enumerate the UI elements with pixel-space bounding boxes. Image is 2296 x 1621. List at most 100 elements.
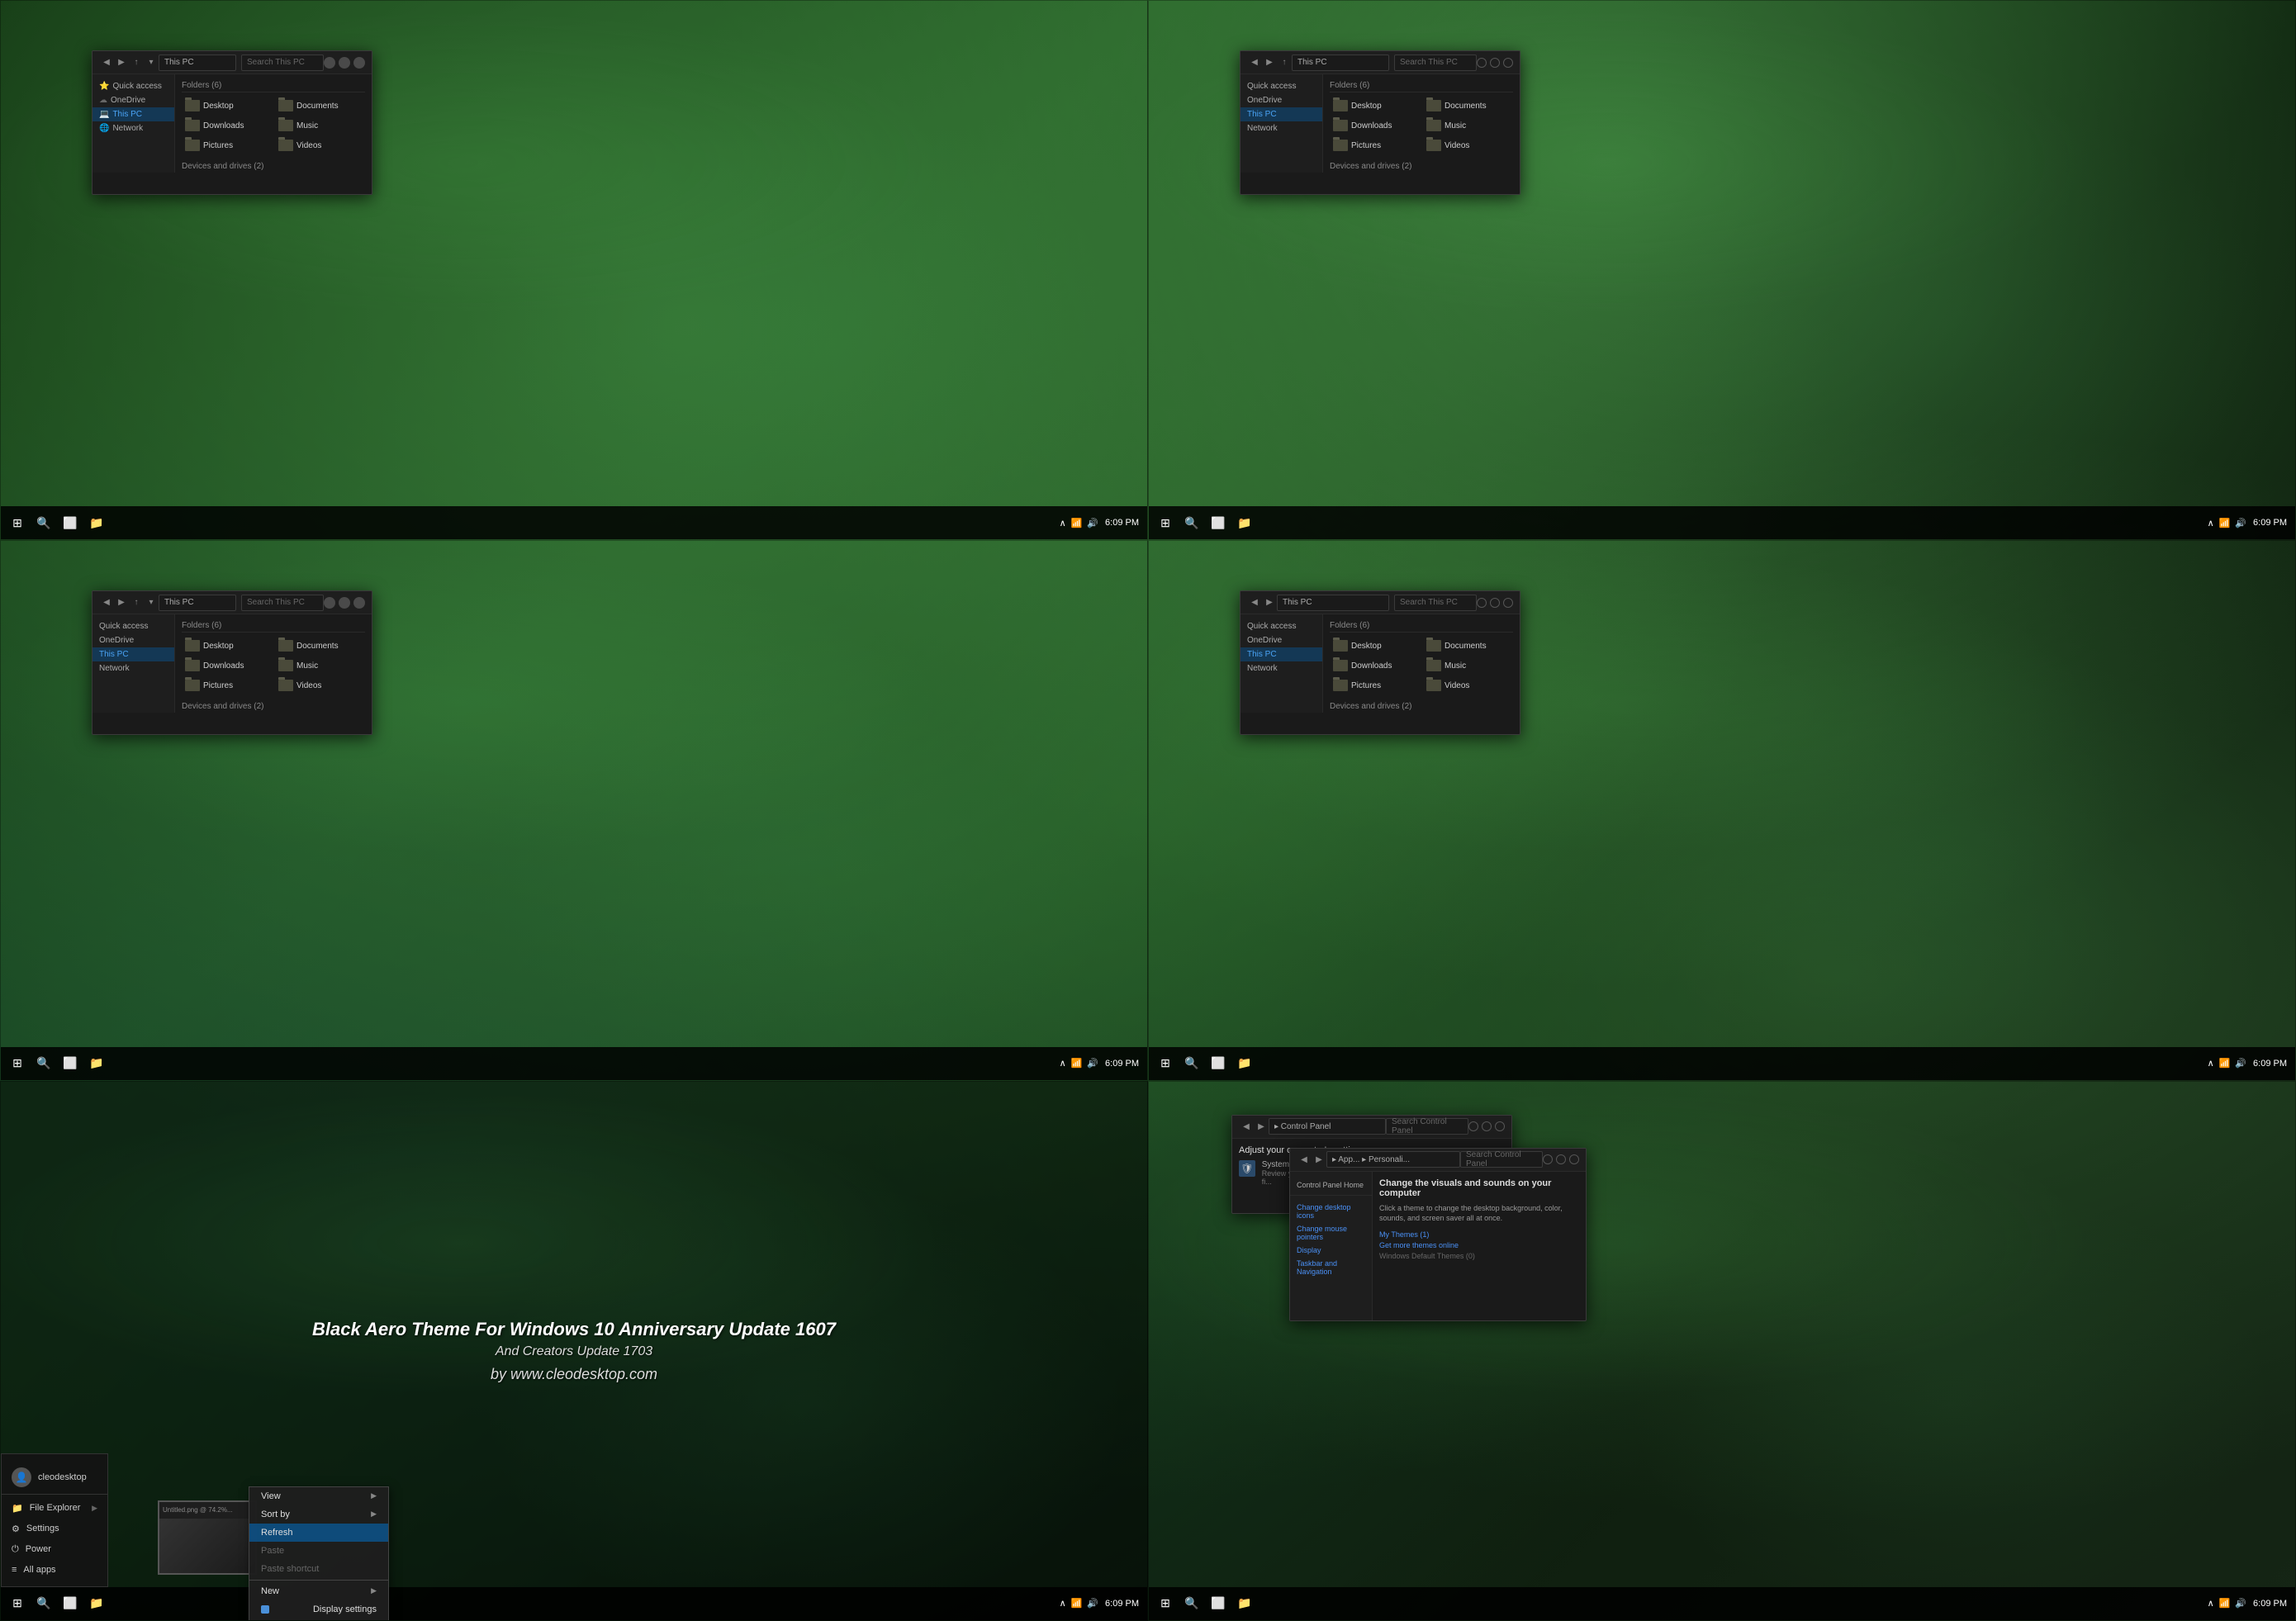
search-btn-6[interactable]: 🔍 bbox=[1180, 1592, 1203, 1615]
context-view[interactable]: View ▶ bbox=[249, 1487, 388, 1505]
nav-back-3[interactable]: ◀ bbox=[99, 595, 114, 610]
maximize-btn-3[interactable] bbox=[339, 597, 350, 609]
folder-pictures-3[interactable]: Pictures bbox=[182, 677, 272, 694]
nav-up-1[interactable]: ↑ bbox=[129, 55, 144, 70]
nav-forward-4[interactable]: ▶ bbox=[1262, 595, 1277, 610]
nav-forward-2[interactable]: ▶ bbox=[1262, 55, 1277, 70]
search-bar-4[interactable]: Search This PC bbox=[1394, 595, 1477, 611]
pers-minimize[interactable] bbox=[1543, 1154, 1553, 1164]
folder-music-2[interactable]: Music bbox=[1423, 117, 1513, 134]
cp-forward[interactable]: ▶ bbox=[1254, 1119, 1269, 1134]
pers-maximize[interactable] bbox=[1556, 1154, 1566, 1164]
minimize-btn-4[interactable] bbox=[1477, 598, 1487, 608]
start-btn-6[interactable]: ⊞ bbox=[1154, 1592, 1177, 1615]
address-bar-2[interactable]: This PC bbox=[1292, 55, 1389, 71]
sidebar-onedrive-1[interactable]: ☁ OneDrive bbox=[93, 93, 174, 107]
task-view-btn-1[interactable]: ⬜ bbox=[59, 511, 82, 534]
folder-music-3[interactable]: Music bbox=[275, 657, 365, 674]
context-refresh[interactable]: Refresh bbox=[249, 1524, 388, 1542]
sidebar-thispc-4[interactable]: This PC bbox=[1241, 647, 1322, 661]
pers-change-icons[interactable]: Change desktop icons bbox=[1290, 1201, 1372, 1222]
start-settings[interactable]: ⚙ Settings bbox=[2, 1519, 107, 1539]
folder-downloads-2[interactable]: Downloads bbox=[1330, 117, 1420, 134]
folder-documents-3[interactable]: Documents bbox=[275, 637, 365, 654]
folder-4e[interactable]: Pictures bbox=[1330, 677, 1420, 694]
start-btn-1[interactable]: ⊞ bbox=[6, 511, 29, 534]
pers-change-mouse[interactable]: Change mouse pointers bbox=[1290, 1222, 1372, 1244]
folder-4a[interactable]: Desktop bbox=[1330, 637, 1420, 654]
cp-minimize[interactable] bbox=[1468, 1121, 1478, 1131]
close-btn-3[interactable] bbox=[353, 597, 365, 609]
folder-desktop-1[interactable]: Desktop bbox=[182, 97, 272, 114]
pers-mythemes[interactable]: My Themes (1) bbox=[1379, 1230, 1579, 1239]
address-bar-4[interactable]: This PC bbox=[1277, 595, 1389, 611]
task-view-btn-3[interactable]: ⬜ bbox=[59, 1052, 82, 1075]
sidebar-thispc-2[interactable]: This PC bbox=[1241, 107, 1322, 121]
nav-back-4[interactable]: ◀ bbox=[1247, 595, 1262, 610]
task-view-btn-4[interactable]: ⬜ bbox=[1207, 1052, 1230, 1075]
sidebar-network-1[interactable]: 🌐 Network bbox=[93, 121, 174, 135]
cp-close[interactable] bbox=[1495, 1121, 1505, 1131]
context-personalize[interactable]: Personalize bbox=[249, 1619, 388, 1621]
nav-back-2[interactable]: ◀ bbox=[1247, 55, 1262, 70]
search-bar-1[interactable]: Search This PC bbox=[241, 55, 324, 71]
sidebar-network-4[interactable]: Network bbox=[1241, 661, 1322, 675]
cp-back[interactable]: ◀ bbox=[1239, 1119, 1254, 1134]
nav-recent-1[interactable]: ▾ bbox=[144, 55, 159, 70]
maximize-btn-4[interactable] bbox=[1490, 598, 1500, 608]
folder-pictures-2[interactable]: Pictures bbox=[1330, 137, 1420, 154]
folder-videos-2[interactable]: Videos bbox=[1423, 137, 1513, 154]
search-btn-5[interactable]: 🔍 bbox=[32, 1592, 55, 1615]
folder-pictures-1[interactable]: Pictures bbox=[182, 137, 272, 154]
search-bar-2[interactable]: Search This PC bbox=[1394, 55, 1477, 71]
maximize-btn-1[interactable] bbox=[339, 57, 350, 69]
pers-display[interactable]: Display bbox=[1290, 1244, 1372, 1257]
folder-desktop-2[interactable]: Desktop bbox=[1330, 97, 1420, 114]
sidebar-onedrive-3[interactable]: OneDrive bbox=[93, 633, 174, 647]
folder-videos-1[interactable]: Videos bbox=[275, 137, 365, 154]
search-btn-3[interactable]: 🔍 bbox=[32, 1052, 55, 1075]
nav-up-3[interactable]: ↑ bbox=[129, 595, 144, 610]
start-btn-4[interactable]: ⊞ bbox=[1154, 1052, 1177, 1075]
search-btn-1[interactable]: 🔍 bbox=[32, 511, 55, 534]
start-btn-2[interactable]: ⊞ bbox=[1154, 511, 1177, 534]
nav-back-1[interactable]: ◀ bbox=[99, 55, 114, 70]
file-explorer-btn-5[interactable]: 📁 bbox=[85, 1592, 108, 1615]
sidebar-onedrive-4[interactable]: OneDrive bbox=[1241, 633, 1322, 647]
task-view-btn-5[interactable]: ⬜ bbox=[59, 1592, 82, 1615]
cp-address[interactable]: ▸ Control Panel bbox=[1269, 1118, 1386, 1135]
nav-recent-3[interactable]: ▾ bbox=[144, 595, 159, 610]
minimize-btn-2[interactable] bbox=[1477, 58, 1487, 68]
sidebar-network-2[interactable]: Network bbox=[1241, 121, 1322, 135]
sidebar-quickaccess-4[interactable]: Quick access bbox=[1241, 619, 1322, 633]
file-explorer-btn-4[interactable]: 📁 bbox=[1233, 1052, 1256, 1075]
pers-close[interactable] bbox=[1569, 1154, 1579, 1164]
folder-videos-3[interactable]: Videos bbox=[275, 677, 365, 694]
start-all-apps[interactable]: ≡ All apps bbox=[2, 1560, 107, 1580]
close-btn-4[interactable] bbox=[1503, 598, 1513, 608]
context-sort[interactable]: Sort by ▶ bbox=[249, 1505, 388, 1524]
search-btn-4[interactable]: 🔍 bbox=[1180, 1052, 1203, 1075]
folder-4b[interactable]: Documents bbox=[1423, 637, 1513, 654]
context-paste[interactable]: Paste bbox=[249, 1542, 388, 1560]
task-view-btn-6[interactable]: ⬜ bbox=[1207, 1592, 1230, 1615]
nav-forward-1[interactable]: ▶ bbox=[114, 55, 129, 70]
start-btn-3[interactable]: ⊞ bbox=[6, 1052, 29, 1075]
cp-maximize[interactable] bbox=[1482, 1121, 1492, 1131]
sidebar-thispc-3[interactable]: This PC bbox=[93, 647, 174, 661]
context-new[interactable]: New ▶ bbox=[249, 1580, 388, 1600]
file-explorer-btn-3[interactable]: 📁 bbox=[85, 1052, 108, 1075]
close-btn-1[interactable] bbox=[353, 57, 365, 69]
pers-taskbar[interactable]: Taskbar and Navigation bbox=[1290, 1257, 1372, 1278]
pers-address[interactable]: ▸ App... ▸ Personali... bbox=[1326, 1151, 1460, 1168]
sidebar-onedrive-2[interactable]: OneDrive bbox=[1241, 93, 1322, 107]
folder-4f[interactable]: Videos bbox=[1423, 677, 1513, 694]
search-btn-2[interactable]: 🔍 bbox=[1180, 511, 1203, 534]
sidebar-thispc-1[interactable]: 💻 This PC bbox=[93, 107, 174, 121]
start-btn-5[interactable]: ⊞ bbox=[6, 1592, 29, 1615]
pers-back[interactable]: ◀ bbox=[1297, 1152, 1312, 1167]
address-bar-1[interactable]: This PC bbox=[159, 55, 236, 71]
pers-search[interactable]: Search Control Panel bbox=[1460, 1151, 1543, 1168]
search-bar-3[interactable]: Search This PC bbox=[241, 595, 324, 611]
start-file-explorer[interactable]: 📁 File Explorer ▶ bbox=[2, 1498, 107, 1519]
